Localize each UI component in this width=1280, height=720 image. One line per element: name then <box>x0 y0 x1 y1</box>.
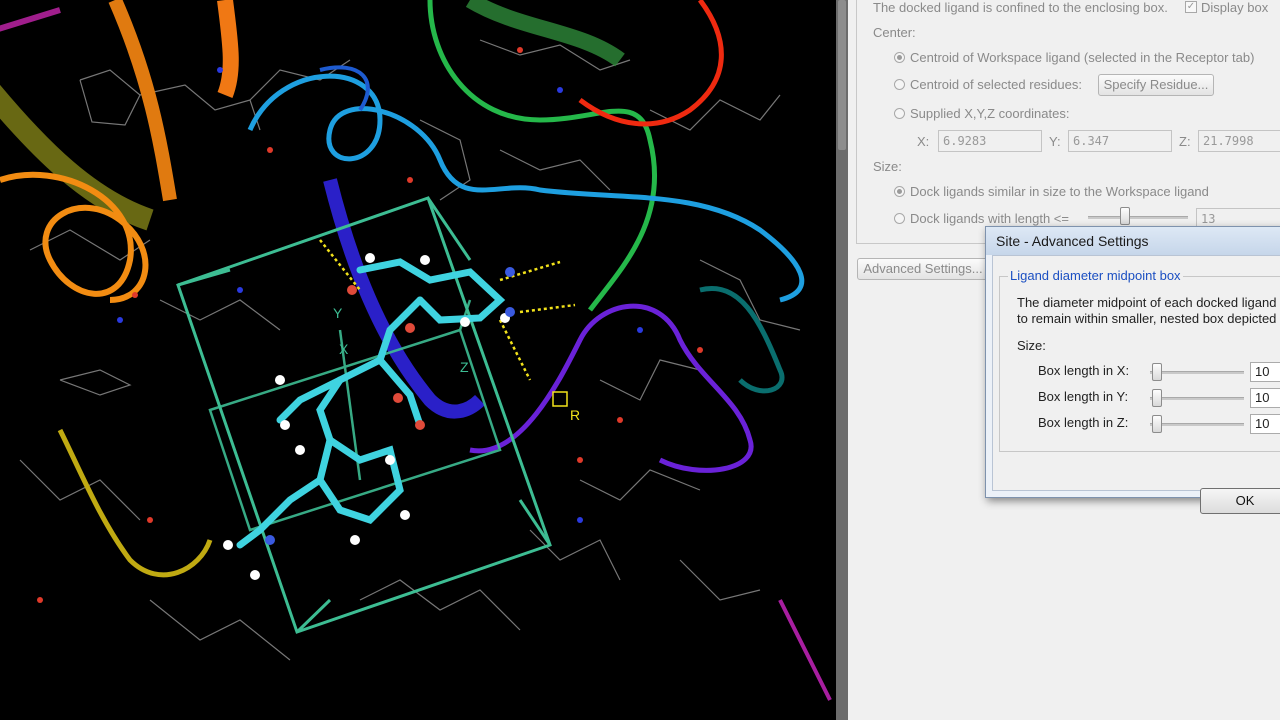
coord-x-label: X: <box>917 134 930 149</box>
center-option-xyz-coordinates: Supplied X,Y,Z coordinates: <box>910 106 1070 121</box>
box-length-x-slider-thumb[interactable] <box>1152 363 1162 381</box>
box-length-x-slider-track[interactable] <box>1150 371 1244 374</box>
center-radio-xyz-coordinates[interactable] <box>894 108 905 119</box>
box-length-y-slider-track[interactable] <box>1150 397 1244 400</box>
dialog-body: Ligand diameter midpoint box The diamete… <box>992 255 1280 514</box>
box-length-z-slider-track[interactable] <box>1150 423 1244 426</box>
ligand-midpoint-box-fieldset: Ligand diameter midpoint box The diamete… <box>999 268 1280 452</box>
center-option-workspace-ligand: Centroid of Workspace ligand (selected i… <box>910 50 1255 65</box>
description-line-1: The diameter midpoint of each docked lig… <box>1017 295 1277 310</box>
protein-structure-render: Y X Z R <box>0 0 832 701</box>
molecular-3d-viewport[interactable]: Y X Z R <box>0 0 836 720</box>
box-length-y-slider-thumb[interactable] <box>1152 389 1162 407</box>
box-length-y-label: Box length in Y: <box>1038 389 1129 404</box>
coord-z-label: Z: <box>1179 134 1191 149</box>
box-length-y-value[interactable]: 10 <box>1250 388 1280 408</box>
residue-marker-square <box>552 391 568 407</box>
confine-text: The docked ligand is confined to the enc… <box>873 0 1168 15</box>
viewport-scrollbar-thumb[interactable] <box>838 0 846 150</box>
box-length-x-value[interactable]: 10 <box>1250 362 1280 382</box>
box-length-z-label: Box length in Z: <box>1038 415 1129 430</box>
size-radio-length[interactable] <box>894 213 905 224</box>
dialog-title: Site - Advanced Settings <box>996 233 1149 249</box>
dialog-titlebar[interactable]: Site - Advanced Settings <box>986 227 1280 255</box>
center-label: Center: <box>873 25 916 40</box>
size-option-length: Dock ligands with length <= <box>910 211 1069 226</box>
center-radio-workspace-ligand[interactable] <box>894 52 905 63</box>
axis-label-y: Y <box>333 305 343 321</box>
display-box-label: Display box <box>1201 0 1269 15</box>
advanced-settings-button[interactable]: Advanced Settings... <box>857 258 989 280</box>
residue-marker-label: R <box>570 407 580 423</box>
coord-x-field[interactable]: 6.9283 <box>938 130 1042 152</box>
length-slider-thumb[interactable] <box>1120 207 1130 225</box>
dialog-size-label: Size: <box>1017 338 1046 353</box>
enclosing-box-wireframe <box>176 196 552 634</box>
specify-residue-button[interactable]: Specify Residue... <box>1098 74 1214 96</box>
axis-label-z: Z <box>460 359 469 375</box>
center-radio-selected-residues[interactable] <box>894 79 905 90</box>
box-length-z-value[interactable]: 10 <box>1250 414 1280 434</box>
coord-z-field[interactable]: 21.7998 <box>1198 130 1280 152</box>
size-radio-similar[interactable] <box>894 186 905 197</box>
display-box-checkbox[interactable]: ✓ <box>1185 1 1197 13</box>
box-length-x-label: Box length in X: <box>1038 363 1130 378</box>
size-label: Size: <box>873 159 902 174</box>
ok-button[interactable]: OK <box>1200 488 1280 514</box>
ligand-midpoint-box-legend: Ligand diameter midpoint box <box>1008 268 1183 283</box>
advanced-settings-dialog: Site - Advanced Settings Ligand diameter… <box>985 226 1280 514</box>
axis-label-x: X <box>339 341 349 357</box>
coord-y-field[interactable]: 6.347 <box>1068 130 1172 152</box>
description-line-2: to remain within smaller, nested box dep… <box>1017 311 1277 326</box>
size-option-similar: Dock ligands similar in size to the Work… <box>910 184 1209 199</box>
viewport-scrollbar[interactable] <box>836 0 848 720</box>
length-slider-track[interactable] <box>1088 216 1188 219</box>
coord-y-label: Y: <box>1049 134 1061 149</box>
center-option-selected-residues: Centroid of selected residues: <box>910 77 1082 92</box>
box-length-z-slider-thumb[interactable] <box>1152 415 1162 433</box>
